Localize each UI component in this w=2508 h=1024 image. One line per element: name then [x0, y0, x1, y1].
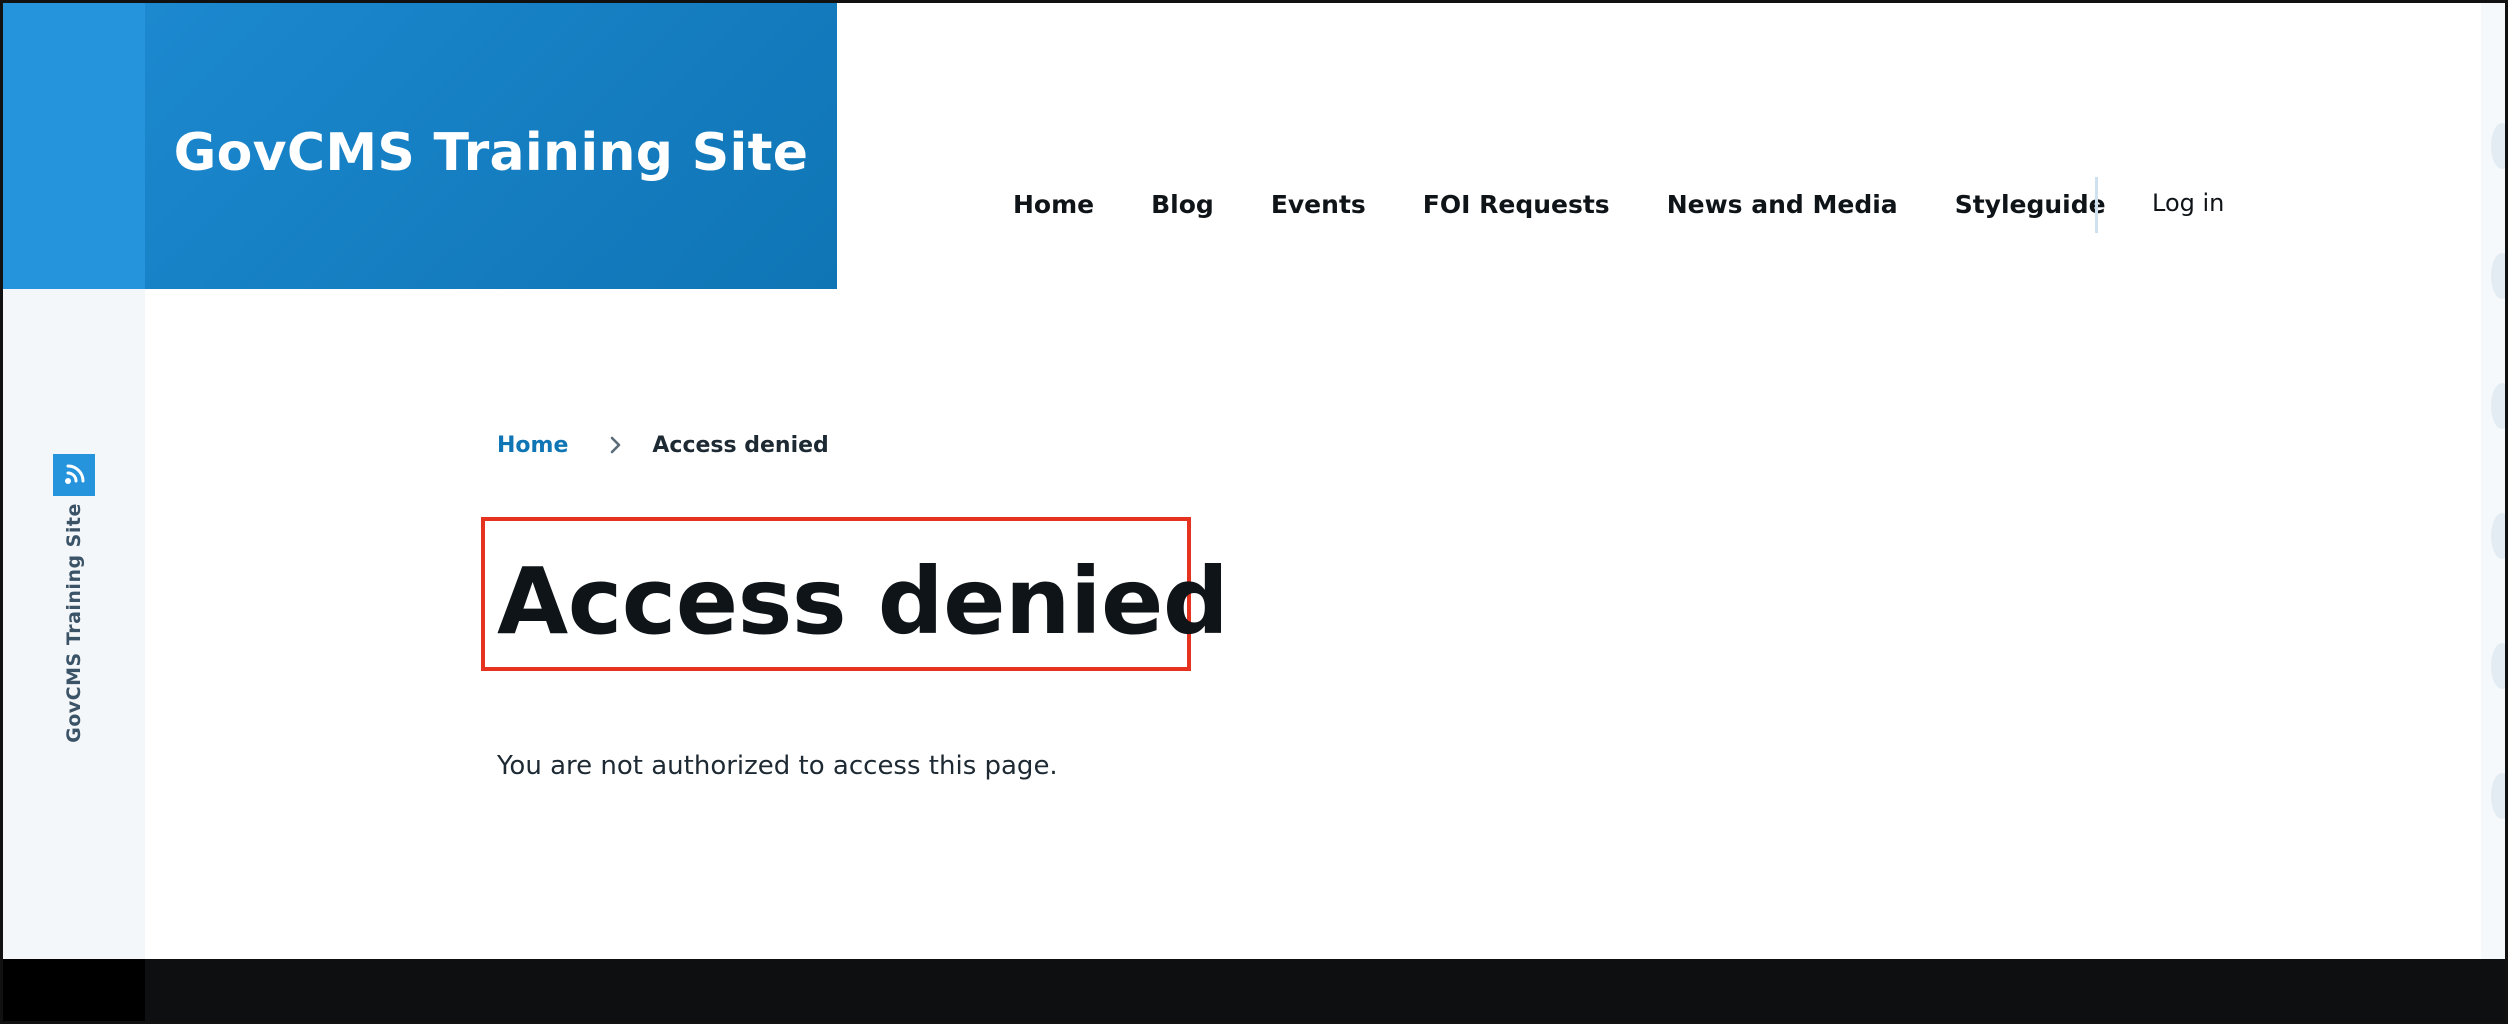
main-navigation: Home Blog Events FOI Requests News and M… [1013, 184, 2106, 224]
page-title: Access denied [497, 548, 1229, 655]
breadcrumb: Home Access denied [497, 431, 829, 459]
page-footer [3, 959, 2505, 1021]
right-edge-decoration [2481, 3, 2505, 959]
site-logo-icon[interactable] [53, 454, 95, 496]
site-brand-block[interactable]: GovCMS Training Site [145, 3, 837, 289]
side-site-title[interactable]: GovCMS Training Site [63, 503, 85, 743]
chevron-right-icon [611, 436, 621, 454]
breadcrumb-current: Access denied [652, 432, 829, 458]
wireless-signal-icon [65, 464, 85, 484]
nav-item-home[interactable]: Home [1013, 190, 1094, 219]
nav-divider [2095, 177, 2098, 233]
breadcrumb-home-link[interactable]: Home [497, 433, 568, 458]
nav-item-blog[interactable]: Blog [1151, 190, 1214, 219]
browser-viewport: GovCMS Training Site GovCMS Training Sit… [0, 0, 2508, 1024]
nav-item-styleguide[interactable]: Styleguide [1955, 190, 2106, 219]
nav-item-news-and-media[interactable]: News and Media [1667, 190, 1898, 219]
access-denied-message: You are not authorized to access this pa… [497, 751, 1058, 781]
nav-item-foi-requests[interactable]: FOI Requests [1423, 190, 1610, 219]
nav-item-events[interactable]: Events [1271, 190, 1366, 219]
site-title[interactable]: GovCMS Training Site [174, 123, 809, 183]
side-strip-brand-block [3, 3, 145, 289]
login-link[interactable]: Log in [2152, 189, 2224, 217]
footer-left-block [3, 959, 145, 1021]
